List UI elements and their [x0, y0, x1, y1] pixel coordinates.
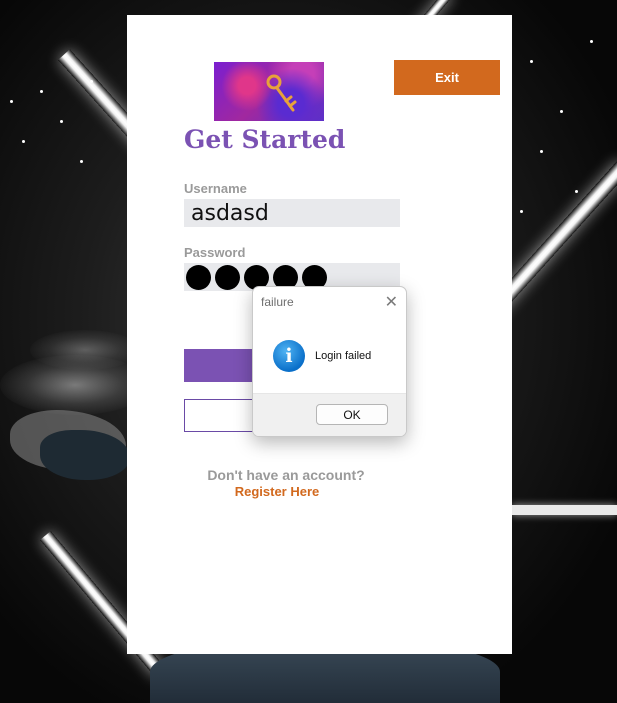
username-label: Username	[184, 181, 247, 196]
sparkle	[560, 110, 563, 113]
sparkle	[530, 60, 533, 63]
password-label: Password	[184, 245, 246, 260]
info-icon: i	[273, 340, 305, 372]
close-icon[interactable]: ✕	[385, 292, 398, 312]
sparkle	[60, 120, 63, 123]
sparkle	[22, 140, 25, 143]
username-field[interactable]: asdasd	[184, 199, 400, 227]
sparkle	[80, 160, 83, 163]
exit-button[interactable]: Exit	[394, 60, 500, 95]
sparkle	[575, 190, 578, 193]
key-icon	[266, 74, 297, 112]
password-mask-dot	[215, 264, 240, 290]
sparkle	[590, 40, 593, 43]
sparkle	[40, 90, 43, 93]
app-logo	[214, 62, 324, 121]
dialog-footer: OK	[253, 393, 406, 436]
register-link[interactable]: Register Here	[127, 484, 427, 499]
light-band	[512, 505, 617, 515]
sparkle	[90, 80, 93, 83]
dialog-message: Login failed	[315, 350, 372, 362]
sparkle	[520, 210, 523, 213]
sparkle	[10, 100, 13, 103]
dialog-title: failure	[261, 295, 294, 309]
sparkle	[540, 150, 543, 153]
page-title: Get Started	[184, 125, 346, 154]
ok-button[interactable]: OK	[316, 404, 388, 425]
smoke-effect	[30, 330, 140, 370]
no-account-text: Don't have an account?	[207, 467, 365, 483]
password-mask-dot	[186, 264, 211, 290]
failure-dialog: failure ✕ i Login failed OK	[252, 286, 407, 437]
